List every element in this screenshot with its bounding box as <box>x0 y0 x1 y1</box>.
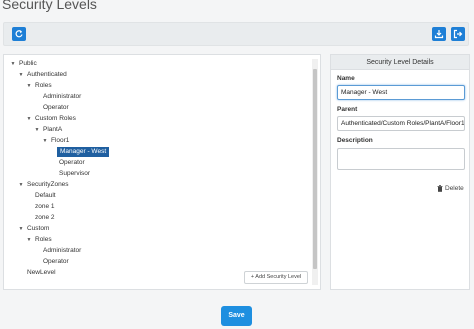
logout-button[interactable] <box>451 27 465 41</box>
tree-node[interactable]: Supervisor <box>49 169 92 179</box>
logout-icon <box>453 29 463 39</box>
refresh-icon <box>15 30 23 38</box>
tree-node-label[interactable]: Manager - West <box>57 147 110 157</box>
expand-toggle-icon[interactable]: ▼ <box>25 235 33 245</box>
expand-toggle-icon[interactable]: ▼ <box>17 224 25 234</box>
tree-node-label[interactable]: PlantA <box>41 125 64 135</box>
security-tree: ▼ Public ▼ Authenticated ▼ Roles Administrator… <box>4 55 310 289</box>
expand-toggle-icon[interactable]: ▼ <box>17 180 25 190</box>
tree-node[interactable]: ▼ PlantA <box>33 125 64 135</box>
tree-node[interactable]: ▼ Custom Roles <box>25 114 78 124</box>
expand-toggle-icon[interactable]: ▼ <box>9 59 17 69</box>
tree-node[interactable]: zone 2 <box>25 213 57 223</box>
delete-label: Delete <box>445 185 464 192</box>
tree-node[interactable]: ▼ Authenticated <box>17 70 69 80</box>
tree-node-label[interactable]: Operator <box>57 158 87 168</box>
expand-toggle-icon[interactable]: ▼ <box>25 114 33 124</box>
security-level-details-panel: Security Level Details Name Parent Authe… <box>330 54 470 290</box>
parent-select[interactable]: Authenticated/Custom Roles/PlantA/Floor1 <box>337 116 465 131</box>
tree-node-label[interactable]: Custom Roles <box>33 114 78 124</box>
security-tree-panel: ▼ Public ▼ Authenticated ▼ Roles Administrator… <box>3 54 321 290</box>
tree-node-label[interactable]: Default <box>33 191 58 201</box>
tree-node-label[interactable]: Custom <box>25 224 51 234</box>
tree-node[interactable]: Administrator <box>33 92 83 102</box>
tree-node[interactable]: zone 1 <box>25 202 57 212</box>
details-header: Security Level Details <box>331 55 469 70</box>
tree-node[interactable]: Manager - West <box>49 147 110 157</box>
expand-toggle-icon[interactable]: ▼ <box>41 136 49 146</box>
tree-node-label[interactable]: Administrator <box>41 92 83 102</box>
expand-toggle-icon[interactable]: ▼ <box>33 125 41 135</box>
tree-node-label[interactable]: Operator <box>41 103 71 113</box>
tree-node-label[interactable]: Public <box>17 59 39 69</box>
tree-node[interactable]: ▼ Roles <box>25 235 54 245</box>
name-label: Name <box>337 75 355 82</box>
refresh-button[interactable] <box>12 27 26 41</box>
expand-toggle-icon[interactable]: ▼ <box>25 81 33 91</box>
tree-node[interactable]: ▼ Floor1 <box>41 136 71 146</box>
tree-node[interactable]: ▼ Roles <box>25 81 54 91</box>
tree-scrollbar[interactable] <box>312 59 318 285</box>
trash-icon <box>437 185 443 192</box>
tree-node-label[interactable]: Roles <box>33 81 54 91</box>
description-label: Description <box>337 137 373 144</box>
tree-node-label[interactable]: Floor1 <box>49 136 71 146</box>
tree-node[interactable]: ▼ Custom <box>17 224 51 234</box>
tree-node-label[interactable]: Supervisor <box>57 169 92 179</box>
expand-toggle-icon[interactable]: ▼ <box>17 70 25 80</box>
tree-node-label[interactable]: Operator <box>41 257 71 267</box>
tree-node[interactable]: Operator <box>33 103 71 113</box>
tree-node-label[interactable]: zone 1 <box>33 202 57 212</box>
tree-node[interactable]: Operator <box>33 257 71 267</box>
tree-node[interactable]: NewLevel <box>17 268 58 278</box>
tree-node[interactable]: ▼ Public <box>9 59 39 69</box>
tree-node-label[interactable]: zone 2 <box>33 213 57 223</box>
tree-node[interactable]: Administrator <box>33 246 83 256</box>
tree-node-label[interactable]: Administrator <box>41 246 83 256</box>
toolbar <box>3 22 469 46</box>
tree-node[interactable]: Default <box>25 191 58 201</box>
tree-node[interactable]: Operator <box>49 158 87 168</box>
description-field[interactable] <box>337 148 465 170</box>
save-button[interactable]: Save <box>221 306 252 326</box>
page-title: Security Levels <box>2 0 97 12</box>
tree-node-label[interactable]: Roles <box>33 235 54 245</box>
tree-node-label[interactable]: NewLevel <box>25 268 58 278</box>
tree-node-label[interactable]: Authenticated <box>25 70 69 80</box>
export-button[interactable] <box>432 27 446 41</box>
add-security-level-button[interactable]: + Add Security Level <box>244 271 308 284</box>
delete-button[interactable]: Delete <box>437 185 464 192</box>
tree-node-label[interactable]: SecurityZones <box>25 180 71 190</box>
parent-label: Parent <box>337 106 358 113</box>
tree-node[interactable]: ▼ SecurityZones <box>17 180 71 190</box>
tree-scrollbar-thumb[interactable] <box>313 69 317 269</box>
name-field[interactable] <box>337 85 465 100</box>
download-icon <box>434 30 444 39</box>
